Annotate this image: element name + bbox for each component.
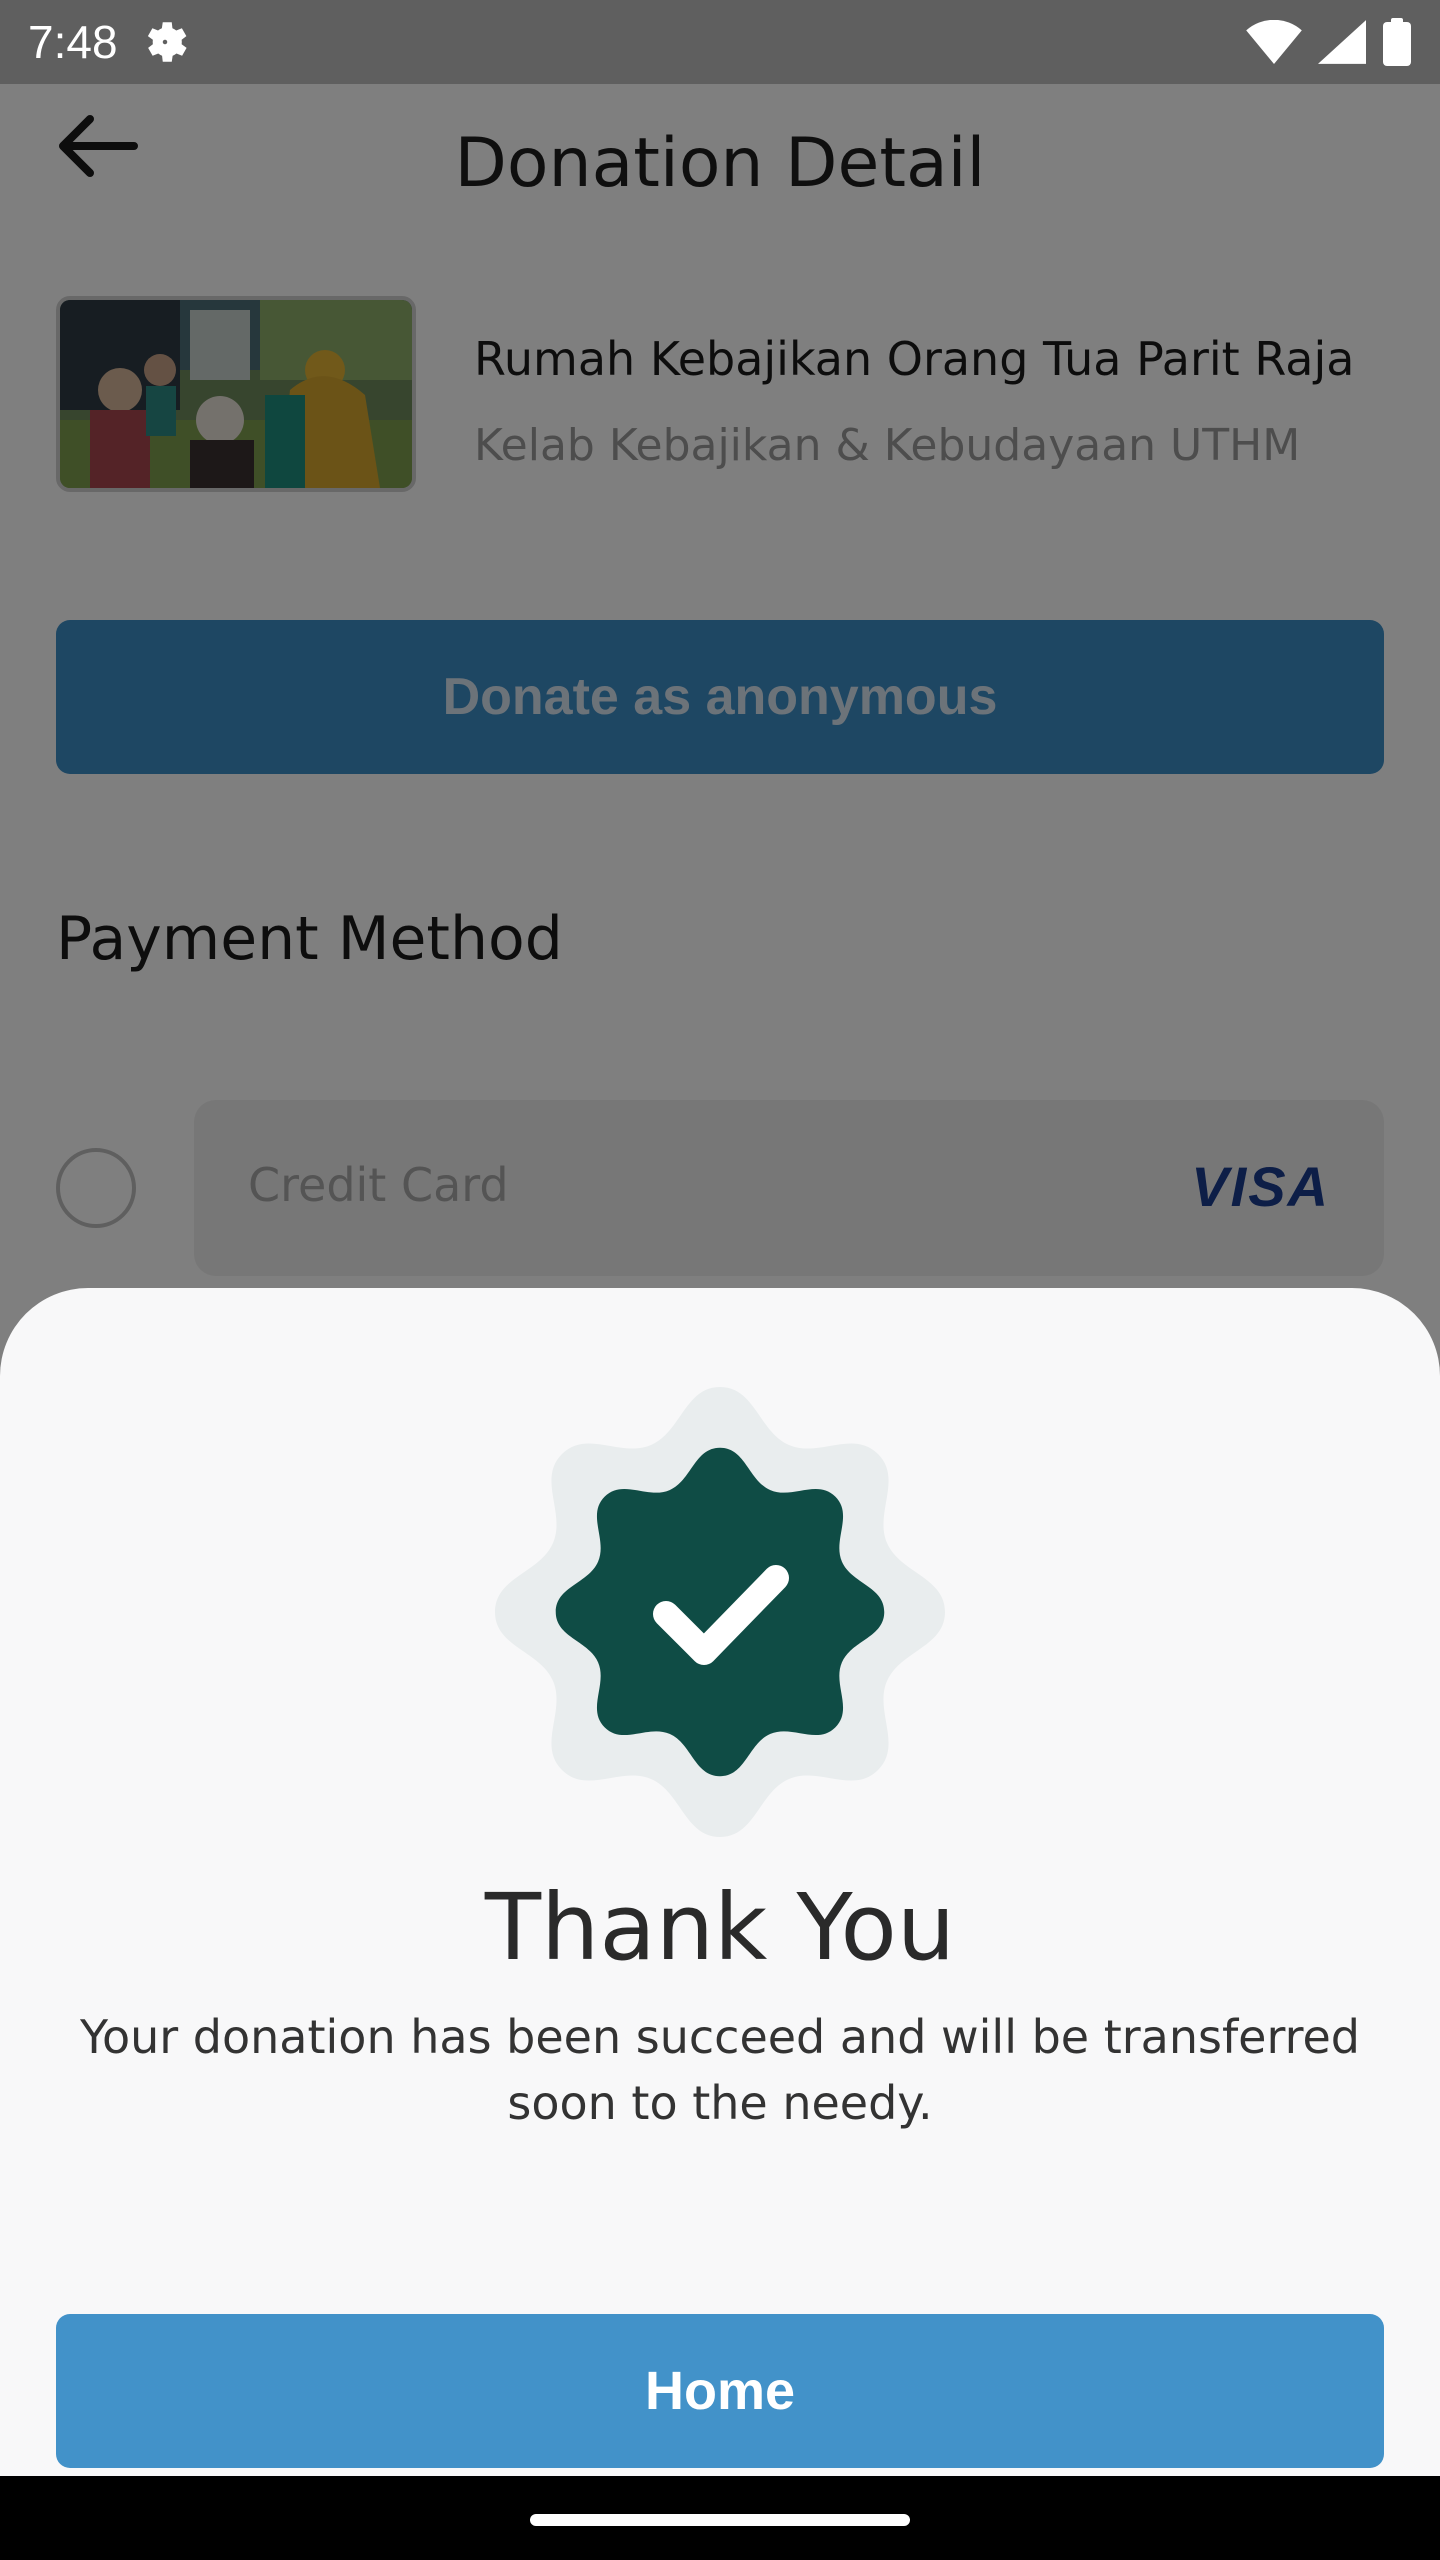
status-time: 7:48 bbox=[28, 16, 118, 68]
home-button[interactable]: Home bbox=[56, 2314, 1384, 2468]
app-root: 7:48 Donation Detail bbox=[0, 0, 1440, 2560]
success-badge bbox=[486, 1378, 954, 1846]
wifi-icon bbox=[1246, 20, 1302, 64]
gesture-home-indicator[interactable] bbox=[530, 2514, 910, 2526]
status-bar: 7:48 bbox=[0, 0, 1440, 84]
success-bottom-sheet: Thank You Your donation has been succeed… bbox=[0, 1288, 1440, 2476]
dialog-title: Thank You bbox=[484, 1874, 956, 1981]
battery-icon bbox=[1383, 18, 1411, 66]
dialog-message: Your donation has been succeed and will … bbox=[79, 2010, 1360, 2130]
system-navigation-bar bbox=[0, 2476, 1440, 2560]
signal-icon bbox=[1318, 20, 1366, 64]
status-indicators bbox=[1246, 18, 1412, 66]
settings-gear-icon bbox=[147, 22, 187, 62]
verified-badge-check-icon bbox=[495, 1387, 945, 1837]
